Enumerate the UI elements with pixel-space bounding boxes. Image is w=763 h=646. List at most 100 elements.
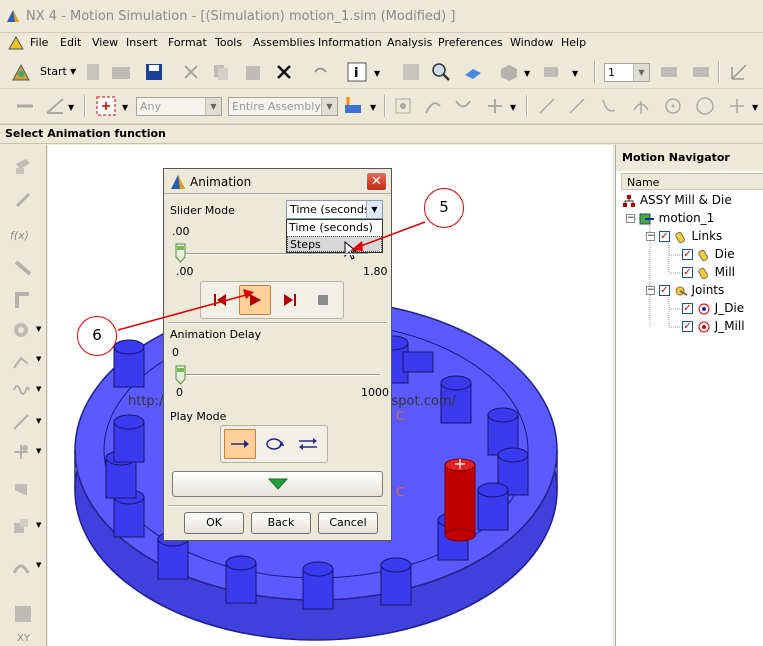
contact-icon[interactable] [10,479,32,501]
view-orient-dropdown-icon[interactable]: ▼ [572,69,578,78]
scope-filter-dropdown-icon[interactable]: ▼ [321,98,337,115]
slider-mode-dropdown-icon[interactable]: ▼ [366,201,382,218]
fast-forward-icon[interactable] [279,289,301,311]
time-slider-thumb[interactable] [175,243,186,263]
wcs-icon[interactable] [728,61,750,83]
snap-circle-icon[interactable] [694,95,716,117]
cable-dropdown-icon[interactable]: ▼ [36,355,41,363]
selection-priority-icon[interactable] [342,95,364,117]
menu-edit[interactable]: Edit [60,36,81,49]
information-icon[interactable]: i [346,61,368,83]
fit-view-icon[interactable] [400,61,422,83]
links-visibility-checkbox[interactable]: ✓ [658,231,670,242]
snap-quadrant-icon[interactable] [662,95,684,117]
function-label[interactable]: f(x) [10,229,29,242]
animation-dropdown-icon[interactable]: ▼ [36,561,41,569]
render-style-icon[interactable] [498,61,520,83]
undo-icon[interactable] [309,61,331,83]
ok-button[interactable]: OK [184,512,244,534]
die-visibility-checkbox[interactable]: ✓ [682,249,693,260]
marker-dropdown-icon[interactable]: ▼ [36,447,41,455]
menu-assemblies[interactable]: Assemblies [253,36,315,49]
play-icon[interactable] [239,285,271,315]
solver-icon[interactable] [10,515,32,537]
save-icon[interactable] [143,61,165,83]
joint-icon[interactable] [12,257,34,279]
option-time[interactable]: Time (seconds) [287,220,382,236]
nx-menu-icon[interactable] [8,36,24,50]
layer-visible-icon[interactable] [690,61,712,83]
snap-arc-center-icon[interactable] [630,95,652,117]
copy-icon[interactable] [210,61,232,83]
cancel-button[interactable]: Cancel [318,512,378,534]
delay-slider-thumb[interactable] [175,365,186,385]
mill-visibility-checkbox[interactable]: ✓ [682,267,693,278]
tree-item-die[interactable]: ✓ Die [682,247,735,262]
zoom-icon[interactable] [430,61,452,83]
tree-item-j-mill[interactable]: ✓ J_Mill [682,319,745,334]
stop-icon[interactable] [313,290,333,310]
menu-view[interactable]: View [92,36,118,49]
layer-dropdown-icon[interactable]: ▼ [633,64,649,81]
solver-dropdown-icon[interactable]: ▼ [36,521,41,529]
start-label[interactable]: Start [40,65,67,78]
view-orient-icon[interactable] [540,61,562,83]
delete-icon[interactable] [273,61,295,83]
tree-item-mill[interactable]: ✓ Mill [682,265,735,280]
selection-priority-dropdown-icon[interactable]: ▼ [370,103,376,112]
joints-visibility-checkbox[interactable]: ✓ [658,285,670,296]
snap-mid-icon[interactable] [484,95,506,117]
j-mill-visibility-checkbox[interactable]: ✓ [682,321,693,332]
menu-help[interactable]: Help [561,36,586,49]
collapse-joints-icon[interactable]: − [646,286,655,295]
loop-icon[interactable] [261,432,287,456]
snap-more-dropdown-icon[interactable]: ▼ [752,103,758,112]
shaded-view-icon[interactable] [462,61,484,83]
gear-dropdown-icon[interactable]: ▼ [36,325,41,333]
close-icon[interactable]: ✕ [366,172,387,191]
back-button[interactable]: Back [251,512,311,534]
tree-item-links[interactable]: − ✓ Links [646,229,722,244]
menu-information[interactable]: Information [318,36,382,49]
measure-dropdown-icon[interactable]: ▼ [68,103,74,112]
render-style-dropdown-icon[interactable]: ▼ [524,69,530,78]
select-filter-dropdown-icon[interactable]: ▼ [122,103,128,112]
rewind-icon[interactable] [209,289,231,311]
menu-tools[interactable]: Tools [215,36,242,49]
snap-endpoint-icon[interactable] [536,95,558,117]
select-filter-icon[interactable] [95,95,117,117]
slider-mode-select[interactable]: Time (seconds) ▼ [286,200,383,219]
tree-item-assembly[interactable]: ASSY Mill & Die [622,193,732,208]
menu-format[interactable]: Format [168,36,207,49]
menu-preferences[interactable]: Preferences [438,36,503,49]
slider-joint-icon[interactable] [12,289,34,311]
paste-icon[interactable] [242,61,264,83]
option-steps[interactable]: Steps [287,236,382,252]
ping-pong-icon[interactable] [295,432,321,456]
open-folder-icon[interactable] [110,61,132,83]
j-die-visibility-checkbox[interactable]: ✓ [682,303,693,314]
menu-analysis[interactable]: Analysis [387,36,432,49]
measure-angle-icon[interactable] [44,95,66,117]
menu-file[interactable]: File [30,36,48,49]
tree-item-joints[interactable]: − ✓ Joints [646,283,724,298]
tree-item-motion[interactable]: − motion_1 [626,211,714,226]
layer-select[interactable]: 1 ▼ [604,63,650,82]
collapse-links-icon[interactable]: − [646,232,655,241]
animation-icon[interactable] [10,555,32,577]
snap-existing-point-icon[interactable] [726,95,748,117]
information-dropdown-icon[interactable]: ▼ [374,69,380,78]
expand-options-button[interactable] [172,471,383,497]
menu-insert[interactable]: Insert [126,36,158,49]
start-dropdown-icon[interactable]: ▼ [70,67,76,76]
layer-settings-icon[interactable] [658,61,680,83]
force-dropdown-icon[interactable]: ▼ [36,417,41,425]
measure-distance-icon[interactable] [14,95,36,117]
menu-window[interactable]: Window [510,36,553,49]
environment-icon[interactable] [12,155,34,177]
spring-dropdown-icon[interactable]: ▼ [36,385,41,393]
delay-slider-track[interactable] [180,374,380,376]
link-icon[interactable] [12,189,34,211]
collapse-motion-icon[interactable]: − [626,214,635,223]
play-once-icon[interactable] [224,429,256,459]
